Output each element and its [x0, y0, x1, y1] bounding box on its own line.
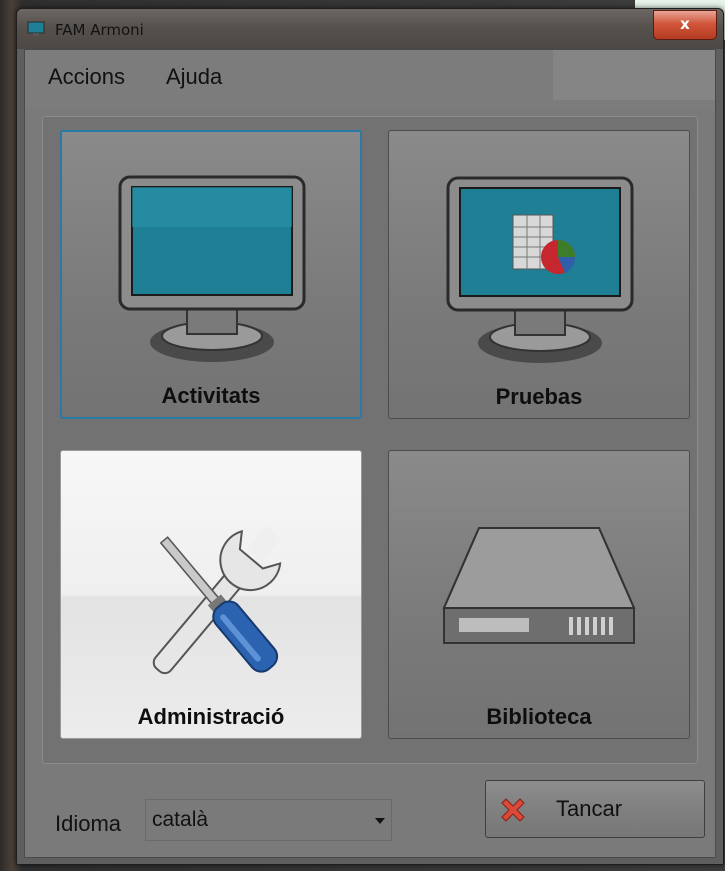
tile-pruebas[interactable]: Pruebas — [388, 130, 690, 419]
client-area: Accions Ajuda Activitats Pruebas Adminis… — [24, 49, 716, 858]
app-window: FAM Armoni x Accions Ajuda Activitats Pr… — [16, 8, 724, 865]
tile-label: Pruebas — [495, 384, 583, 409]
tile-label: Administració — [137, 704, 285, 729]
close-x-icon — [501, 798, 525, 822]
app-icon — [27, 21, 45, 36]
tools-icon — [152, 525, 282, 675]
tile-activitats[interactable]: Activitats — [60, 130, 362, 419]
language-label: Idioma — [55, 811, 122, 836]
window-close-button[interactable]: x — [653, 10, 717, 40]
tiles-panel: Activitats Pruebas Administració Bibliot… — [42, 116, 698, 764]
menu-bar-fill — [553, 50, 715, 100]
monitor-icon — [118, 175, 306, 362]
close-app-button[interactable]: Tancar — [485, 780, 705, 838]
dropdown-arrow-icon[interactable] — [375, 818, 385, 824]
tile-label: Biblioteca — [486, 704, 592, 729]
window-title: FAM Armoni — [55, 21, 144, 39]
tile-label: Activitats — [161, 383, 261, 408]
tile-administracio[interactable]: Administració — [60, 450, 362, 739]
language-select[interactable]: català — [145, 799, 392, 841]
tile-biblioteca[interactable]: Biblioteca — [388, 450, 690, 739]
language-value: català — [152, 808, 209, 831]
monitor-chart-icon — [446, 176, 634, 363]
hard-drive-icon — [442, 527, 636, 644]
menu-ajuda[interactable]: Ajuda — [166, 64, 222, 90]
title-bar[interactable]: FAM Armoni x — [17, 9, 723, 49]
close-button-label: Tancar — [556, 796, 623, 821]
menu-bar: Accions Ajuda — [25, 50, 715, 110]
menu-accions[interactable]: Accions — [48, 64, 125, 90]
